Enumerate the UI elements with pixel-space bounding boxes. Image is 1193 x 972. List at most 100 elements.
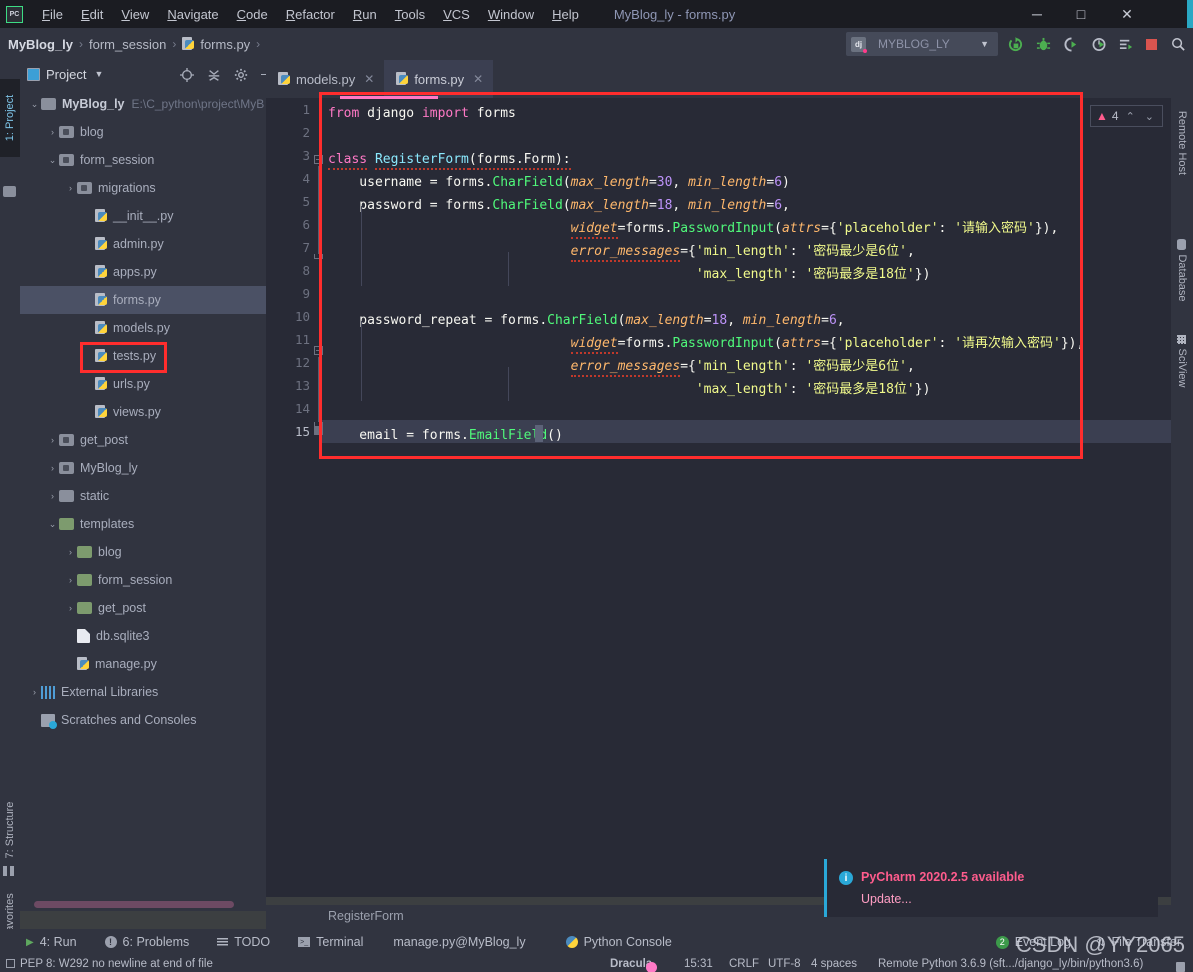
status-line-separator[interactable]: CRLF xyxy=(729,958,759,970)
tree-item-blog[interactable]: › blog xyxy=(20,538,266,566)
menu-help[interactable]: Help xyxy=(543,4,588,25)
chevron-right-icon[interactable]: › xyxy=(46,435,59,445)
chevron-down-icon[interactable]: ⌄ xyxy=(46,519,59,530)
chevron-right-icon[interactable]: › xyxy=(46,127,59,137)
tool-tab-project[interactable]: 1: Project xyxy=(0,79,20,157)
close-tab-icon[interactable]: ✕ xyxy=(364,72,374,86)
chevron-right-icon[interactable]: › xyxy=(64,183,77,193)
tree-item-migrations[interactable]: › migrations xyxy=(20,174,266,202)
fold-marker-end[interactable] xyxy=(314,426,323,435)
chevron-right-icon[interactable]: › xyxy=(64,575,77,585)
debug-icon[interactable] xyxy=(1033,34,1053,54)
editor-gutter[interactable]: 1 2 3 4 5 6 7 8 9 10 11 12 13 14 15 xyxy=(266,98,319,897)
chevron-down-icon[interactable]: ⌄ xyxy=(28,99,41,110)
status-interpreter[interactable]: Remote Python 3.6.9 (sft.../django_ly/bi… xyxy=(878,958,1143,970)
tree-item-manage-py[interactable]: manage.py xyxy=(20,650,266,678)
tool-tab-structure[interactable]: 7: Structure xyxy=(0,789,20,871)
chevron-right-icon[interactable]: › xyxy=(64,603,77,613)
tree-item-scratches-and-consoles[interactable]: Scratches and Consoles xyxy=(20,706,266,734)
tree-item-form-session[interactable]: ⌄ form_session xyxy=(20,146,266,174)
code-folding-column[interactable] xyxy=(314,98,328,897)
tree-item-tests-py[interactable]: tests.py xyxy=(20,342,266,370)
inspection-widget[interactable]: ▲ 4 ⌃ ⌄ xyxy=(1089,105,1163,127)
project-horizontal-scrollbar-thumb[interactable] xyxy=(34,901,234,908)
menu-edit[interactable]: Edit xyxy=(72,4,112,25)
tree-item-static[interactable]: › static xyxy=(20,482,266,510)
tool-button-manage-py[interactable]: manage.py@MyBlog_ly xyxy=(393,935,525,949)
tree-item-forms-py[interactable]: forms.py xyxy=(20,286,266,314)
menu-file[interactable]: File xyxy=(33,4,72,25)
editor-tab-forms-py[interactable]: forms.py ✕ xyxy=(384,60,494,98)
tree-item-blog[interactable]: › blog xyxy=(20,118,266,146)
editor-tabs[interactable]: models.py ✕ forms.py ✕ xyxy=(266,60,1171,98)
maximize-button[interactable]: □ xyxy=(1059,0,1103,28)
editor-tab-models-py[interactable]: models.py ✕ xyxy=(266,60,384,98)
tool-tab-sciview[interactable]: SciView xyxy=(1171,318,1193,404)
run-icon[interactable] xyxy=(1005,34,1025,54)
tree-item-myblog-ly[interactable]: › MyBlog_ly xyxy=(20,454,266,482)
chevron-down-icon[interactable]: ▼ xyxy=(94,69,103,79)
tool-tab-database[interactable]: Database xyxy=(1171,226,1193,316)
tree-item-templates[interactable]: ⌄ templates xyxy=(20,510,266,538)
status-indent[interactable]: 4 spaces xyxy=(811,958,857,970)
tool-tab-remote-host[interactable]: Remote Host xyxy=(1171,92,1193,194)
chevron-right-icon[interactable]: › xyxy=(64,547,77,557)
tree-item-external-libraries[interactable]: › External Libraries xyxy=(20,678,266,706)
menu-tools[interactable]: Tools xyxy=(386,4,434,25)
tree-item-get-post[interactable]: › get_post xyxy=(20,426,266,454)
menu-bar[interactable]: File Edit View Navigate Code Refactor Run Tools… xyxy=(33,4,588,25)
tree-item-urls-py[interactable]: urls.py xyxy=(20,370,266,398)
tree-rows-container[interactable]: › blog ⌄ form_session › migrations __init__.py… xyxy=(20,118,266,734)
fold-marker-region-1[interactable] xyxy=(314,346,325,357)
tree-item-form-session[interactable]: › form_session xyxy=(20,566,266,594)
tree-row-root[interactable]: ⌄ MyBlog_ly E:\C_python\project\MyB xyxy=(20,90,266,118)
close-tab-icon[interactable]: ✕ xyxy=(473,72,483,86)
tree-item-models-py[interactable]: models.py xyxy=(20,314,266,342)
breadcrumb-item-0[interactable]: MyBlog_ly xyxy=(8,37,73,52)
notification-update-link[interactable]: Update... xyxy=(861,892,912,906)
search-everywhere-icon[interactable] xyxy=(1168,34,1188,54)
code-text[interactable]: from django import forms class RegisterF… xyxy=(328,98,1171,897)
breadcrumb-item-1[interactable]: form_session xyxy=(89,37,166,52)
tool-button-todo[interactable]: TODO xyxy=(217,935,270,949)
close-button[interactable]: ✕ xyxy=(1105,0,1149,28)
run-anything-icon[interactable] xyxy=(1116,34,1136,54)
chevron-down-icon[interactable]: ⌄ xyxy=(46,155,59,166)
breadcrumb-item-2[interactable]: forms.py xyxy=(200,37,250,52)
menu-vcs[interactable]: VCS xyxy=(434,4,479,25)
minimize-button[interactable]: ─ xyxy=(1015,0,1059,28)
menu-refactor[interactable]: Refactor xyxy=(277,4,344,25)
previous-problem-icon[interactable]: ⌃ xyxy=(1123,110,1138,123)
tool-button-run[interactable]: ▶ 4: Run xyxy=(26,935,77,949)
tool-button-python-console[interactable]: Python Console xyxy=(565,935,672,949)
tree-item-get-post[interactable]: › get_post xyxy=(20,594,266,622)
menu-run[interactable]: Run xyxy=(344,4,386,25)
checkbox-icon[interactable] xyxy=(6,958,15,968)
menu-window[interactable]: Window xyxy=(479,4,543,25)
select-opened-file-icon[interactable] xyxy=(178,66,195,83)
fold-marker-class[interactable] xyxy=(314,155,325,166)
settings-gear-icon[interactable] xyxy=(232,66,249,83)
tree-item-apps-py[interactable]: apps.py xyxy=(20,258,266,286)
status-encoding[interactable]: UTF-8 xyxy=(768,958,801,970)
tree-item-db-sqlite3[interactable]: db.sqlite3 xyxy=(20,622,266,650)
run-configuration-selector[interactable]: dj MYBLOG_LY ▼ xyxy=(846,32,998,56)
tree-item-views-py[interactable]: views.py xyxy=(20,398,266,426)
code-editor[interactable]: 1 2 3 4 5 6 7 8 9 10 11 12 13 14 15 from django import… xyxy=(266,98,1171,897)
notification-balloon[interactable]: i PyCharm 2020.2.5 available Update... xyxy=(824,859,1158,917)
chevron-right-icon[interactable]: › xyxy=(28,687,41,697)
stop-icon[interactable] xyxy=(1141,34,1161,54)
lock-icon[interactable] xyxy=(1176,959,1185,972)
project-tree[interactable]: ⌄ MyBlog_ly E:\C_python\project\MyB › blo… xyxy=(20,90,266,897)
tool-button-terminal[interactable]: >_ Terminal xyxy=(298,935,363,949)
profile-icon[interactable] xyxy=(1089,34,1109,54)
tree-item-admin-py[interactable]: admin.py xyxy=(20,230,266,258)
menu-view[interactable]: View xyxy=(112,4,158,25)
tool-button-problems[interactable]: ! 6: Problems xyxy=(104,935,189,949)
chevron-right-icon[interactable]: › xyxy=(46,491,59,501)
editor-breadcrumb-registerform[interactable]: RegisterForm xyxy=(328,909,404,923)
collapse-all-icon[interactable] xyxy=(205,66,222,83)
chevron-right-icon[interactable]: › xyxy=(46,463,59,473)
menu-navigate[interactable]: Navigate xyxy=(158,4,227,25)
breadcrumb[interactable]: MyBlog_ly › form_session › forms.py › xyxy=(8,37,266,52)
